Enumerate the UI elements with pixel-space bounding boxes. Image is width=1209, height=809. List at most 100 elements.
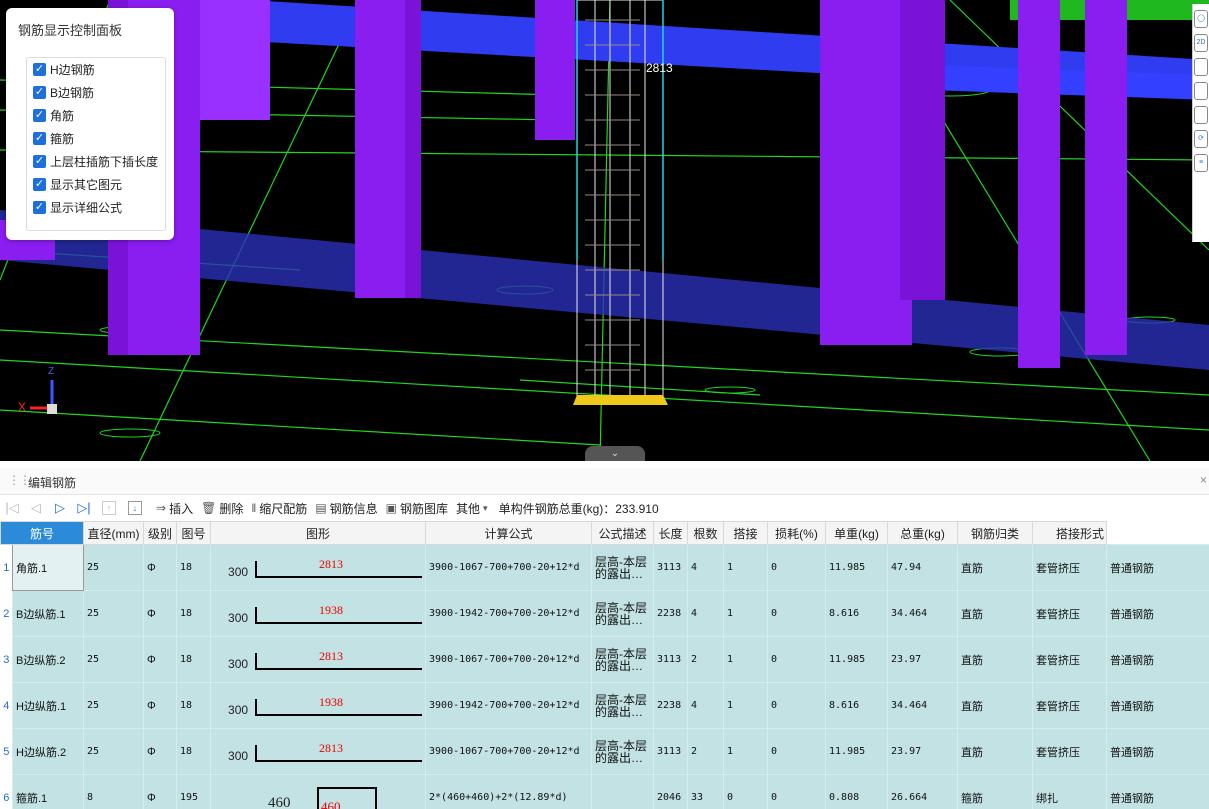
row-number[interactable]: 4 bbox=[0, 682, 13, 729]
row-number[interactable]: 1 bbox=[0, 544, 13, 591]
cell-grade[interactable]: Φ bbox=[143, 590, 178, 637]
rotate-icon[interactable]: ⟳ bbox=[1194, 130, 1208, 148]
col-header[interactable]: 筋号 bbox=[0, 521, 85, 545]
cell-total-w[interactable]: 34.464 bbox=[887, 682, 959, 729]
cell-formula[interactable]: 3900-1942-700+700-20+12*d bbox=[425, 682, 593, 729]
cell-count[interactable]: 4 bbox=[687, 544, 725, 591]
cell-count[interactable]: 4 bbox=[687, 590, 725, 637]
cell-total-w[interactable]: 23.97 bbox=[887, 636, 959, 683]
cell-total-w[interactable]: 26.664 bbox=[887, 774, 959, 809]
cell-loss[interactable]: 0 bbox=[767, 636, 827, 683]
cell-lap[interactable]: 1 bbox=[723, 590, 769, 637]
checkbox-checked-icon[interactable]: ✓ bbox=[33, 109, 46, 122]
cell-grade[interactable]: Φ bbox=[143, 636, 178, 683]
col-header[interactable]: 图形 bbox=[210, 521, 427, 545]
cell-lap-type[interactable]: 套管挤压 bbox=[1032, 728, 1108, 775]
cell-len[interactable]: 2046 bbox=[653, 774, 689, 809]
cell-name[interactable]: B边纵筋.1 bbox=[11, 590, 85, 637]
cell-loss[interactable]: 0 bbox=[767, 590, 827, 637]
cell-name[interactable]: B边纵筋.2 bbox=[11, 636, 85, 683]
rebar-shape-cell[interactable]: 300 2813 bbox=[210, 728, 427, 775]
cell-unit-w[interactable]: 8.616 bbox=[825, 682, 889, 729]
cell-fig[interactable]: 195 bbox=[176, 774, 212, 809]
cell-dia[interactable]: 25 bbox=[83, 728, 145, 775]
cell-loss[interactable]: 0 bbox=[767, 728, 827, 775]
insert-button[interactable]: ⇒ 插入 bbox=[156, 500, 193, 517]
option-stirrup[interactable]: ✓ 箍筋 bbox=[27, 127, 165, 150]
cell-name[interactable]: H边纵筋.2 bbox=[11, 728, 85, 775]
rebar-info-button[interactable]: ▤ 钢筋信息 bbox=[315, 500, 377, 517]
cell-count[interactable]: 33 bbox=[687, 774, 725, 809]
rebar-library-button[interactable]: ▣ 钢筋图库 bbox=[386, 500, 448, 517]
checkbox-checked-icon[interactable]: ✓ bbox=[33, 201, 46, 214]
cell-len[interactable]: 3113 bbox=[653, 636, 689, 683]
next-record-icon[interactable]: ▷ bbox=[48, 500, 72, 516]
rebar-shape-cell[interactable]: 300 2813 bbox=[210, 544, 427, 591]
cell-desc[interactable]: 层高-本层的露出… bbox=[591, 682, 655, 729]
cell-fig[interactable]: 18 bbox=[176, 544, 212, 591]
drag-handle-icon[interactable]: ⋮⋮ bbox=[8, 473, 31, 487]
cell-desc[interactable]: 层高-本层的露出… bbox=[591, 544, 655, 591]
cell-fig[interactable]: 18 bbox=[176, 636, 212, 683]
col-header[interactable]: 总重(kg) bbox=[887, 521, 959, 545]
select-icon[interactable] bbox=[1194, 106, 1208, 124]
table-row[interactable]: 6 箍筋.1 8 Φ 195 460 460 2*(460+460)+2*(12.89*d) 2… bbox=[0, 774, 1209, 809]
cell-lap-type[interactable]: 套管挤压 bbox=[1032, 682, 1108, 729]
row-number[interactable]: 5 bbox=[0, 728, 13, 775]
cell-formula[interactable]: 3900-1067-700+700-20+12*d bbox=[425, 728, 593, 775]
cell-fig[interactable]: 18 bbox=[176, 590, 212, 637]
cell-dia[interactable]: 8 bbox=[83, 774, 145, 809]
col-header[interactable]: 钢筋归类 bbox=[957, 521, 1034, 545]
table-row[interactable]: 4 H边纵筋.1 25 Φ 18 300 1938 3900-1942-700+700-20+… bbox=[0, 682, 1209, 729]
row-number[interactable]: 3 bbox=[0, 636, 13, 683]
option-show-detailed-formula[interactable]: ✓ 显示详细公式 bbox=[27, 196, 165, 219]
cell-cat[interactable]: 箍筋 bbox=[957, 774, 1034, 809]
cell-lap-type[interactable]: 套管挤压 bbox=[1032, 636, 1108, 683]
cell-type[interactable]: 普通钢筋 bbox=[1106, 682, 1209, 729]
cell-unit-w[interactable]: 0.808 bbox=[825, 774, 889, 809]
cell-desc[interactable]: 层高-本层的露出… bbox=[591, 636, 655, 683]
col-header[interactable]: 长度 bbox=[653, 521, 689, 545]
table-row[interactable]: 1 角筋.1 25 Φ 18 300 2813 3900-1067-700+700-20+12… bbox=[0, 544, 1209, 591]
close-icon[interactable]: × bbox=[1200, 473, 1207, 487]
rebar-shape-cell[interactable]: 300 1938 bbox=[210, 590, 427, 637]
cell-dia[interactable]: 25 bbox=[83, 544, 145, 591]
cell-loss[interactable]: 0 bbox=[767, 544, 827, 591]
cell-dia[interactable]: 25 bbox=[83, 590, 145, 637]
cell-formula[interactable]: 2*(460+460)+2*(12.89*d) bbox=[425, 774, 593, 809]
other-dropdown[interactable]: 其他 ▾ bbox=[456, 500, 491, 517]
cell-dia[interactable]: 25 bbox=[83, 636, 145, 683]
cell-unit-w[interactable]: 11.985 bbox=[825, 636, 889, 683]
checkbox-checked-icon[interactable]: ✓ bbox=[33, 86, 46, 99]
cell-fig[interactable]: 18 bbox=[176, 728, 212, 775]
row-number[interactable]: 6 bbox=[0, 774, 13, 809]
cell-len[interactable]: 2238 bbox=[653, 590, 689, 637]
prev-record-icon[interactable]: ◁ bbox=[24, 500, 48, 516]
cell-desc[interactable] bbox=[591, 774, 655, 809]
cell-lap[interactable]: 0 bbox=[723, 774, 769, 809]
col-header[interactable]: 搭接 bbox=[723, 521, 769, 545]
table-row[interactable]: 3 B边纵筋.2 25 Φ 18 300 2813 3900-1067-700+700-20+… bbox=[0, 636, 1209, 683]
row-number[interactable]: 2 bbox=[0, 590, 13, 637]
cube-icon[interactable] bbox=[1194, 82, 1208, 100]
move-up-icon[interactable]: ↑ bbox=[102, 501, 116, 515]
cell-lap-type[interactable]: 套管挤压 bbox=[1032, 544, 1108, 591]
cell-dia[interactable]: 25 bbox=[83, 682, 145, 729]
cell-cat[interactable]: 直筋 bbox=[957, 590, 1034, 637]
cell-cat[interactable]: 直筋 bbox=[957, 728, 1034, 775]
scale-rebar-button[interactable]: ‖ 缩尺配筋 bbox=[251, 500, 307, 517]
cell-count[interactable]: 4 bbox=[687, 682, 725, 729]
cell-unit-w[interactable]: 11.985 bbox=[825, 544, 889, 591]
3d-viewport[interactable]: 2813 X Z 钢筋显示控制面板 ✓ H边钢筋 ✓ B边钢筋 ✓ 角筋 ✓ 箍筋 ✓ 上… bbox=[0, 0, 1209, 461]
col-header[interactable]: 计算公式 bbox=[425, 521, 593, 545]
cell-len[interactable]: 3113 bbox=[653, 544, 689, 591]
cell-len[interactable]: 2238 bbox=[653, 682, 689, 729]
option-b-rebar[interactable]: ✓ B边钢筋 bbox=[27, 81, 165, 104]
cell-total-w[interactable]: 47.94 bbox=[887, 544, 959, 591]
list-icon[interactable]: ≡ bbox=[1194, 154, 1208, 172]
cell-lap[interactable]: 1 bbox=[723, 636, 769, 683]
rebar-shape-cell[interactable]: 300 2813 bbox=[210, 636, 427, 683]
cell-lap-type[interactable]: 套管挤压 bbox=[1032, 590, 1108, 637]
cell-type[interactable]: 普通钢筋 bbox=[1106, 544, 1209, 591]
cell-cat[interactable]: 直筋 bbox=[957, 544, 1034, 591]
